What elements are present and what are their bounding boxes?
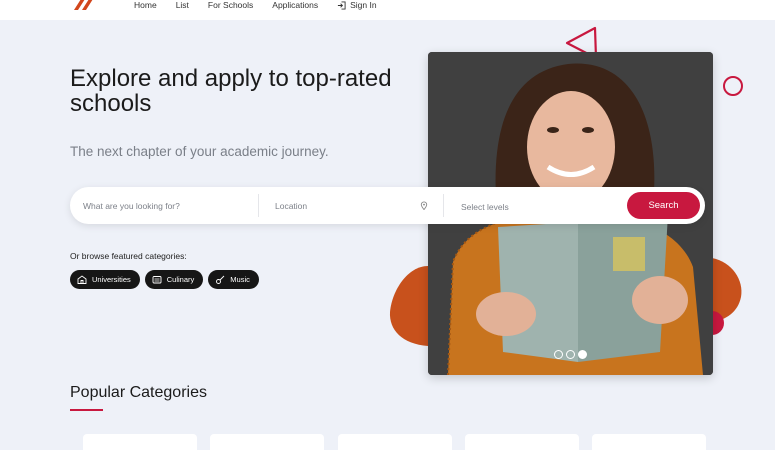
- levels-select[interactable]: Select levels: [461, 188, 621, 225]
- university-icon: [77, 275, 87, 284]
- location-pin-icon: [420, 201, 428, 210]
- nav-for-schools[interactable]: For Schools: [208, 0, 253, 10]
- divider: [443, 194, 444, 217]
- chip-label: Culinary: [166, 275, 195, 284]
- category-card[interactable]: [592, 434, 706, 450]
- what-search-input[interactable]: What are you looking for?: [83, 187, 258, 224]
- nav-list[interactable]: List: [176, 0, 189, 10]
- category-card[interactable]: [338, 434, 452, 450]
- ring-outline-icon: [723, 76, 743, 96]
- category-card[interactable]: [210, 434, 324, 450]
- what-placeholder: What are you looking for?: [83, 200, 180, 211]
- browse-label: Or browse featured categories:: [70, 251, 187, 261]
- chip-music[interactable]: Music: [208, 270, 259, 289]
- sign-in-label: Sign In: [350, 0, 377, 10]
- chip-label: Music: [230, 275, 250, 284]
- search-button[interactable]: Search: [627, 192, 700, 219]
- nav-applications[interactable]: Applications: [272, 0, 318, 10]
- popular-categories-title: Popular Categories: [70, 384, 207, 401]
- sign-in-icon: [338, 0, 346, 10]
- category-card[interactable]: [83, 434, 197, 450]
- chip-culinary[interactable]: Culinary: [144, 270, 204, 289]
- nav-home[interactable]: Home: [134, 0, 157, 10]
- sign-in-link[interactable]: Sign In: [337, 0, 377, 10]
- levels-placeholder: Select levels: [461, 201, 509, 212]
- location-placeholder: Location: [275, 200, 308, 211]
- slider-dot-2[interactable]: [566, 350, 575, 359]
- search-bar: What are you looking for? Location Selec…: [70, 187, 705, 224]
- brand-logo[interactable]: [70, 0, 94, 10]
- slider-dot-3[interactable]: [578, 350, 587, 359]
- hero-subtitle: The next chapter of your academic journe…: [70, 144, 329, 159]
- divider: [258, 194, 259, 217]
- title-underline: [70, 409, 103, 411]
- hero-title: Explore and apply to top-rated schools: [70, 65, 392, 117]
- culinary-icon: [152, 276, 162, 284]
- slider-dots: [554, 350, 587, 359]
- top-navbar: Home List For Schools Applications Sign …: [0, 0, 775, 20]
- main-nav: Home List For Schools Applications Sign …: [134, 0, 396, 10]
- chip-label: Universities: [92, 275, 131, 284]
- slider-dot-1[interactable]: [554, 350, 563, 359]
- orange-blob-left-icon: [389, 266, 428, 346]
- chip-universities[interactable]: Universities: [70, 270, 140, 289]
- music-guitar-icon: [216, 275, 225, 284]
- category-card[interactable]: [465, 434, 579, 450]
- location-input[interactable]: Location: [275, 187, 435, 224]
- category-chips: Universities Culinary Music: [70, 270, 259, 289]
